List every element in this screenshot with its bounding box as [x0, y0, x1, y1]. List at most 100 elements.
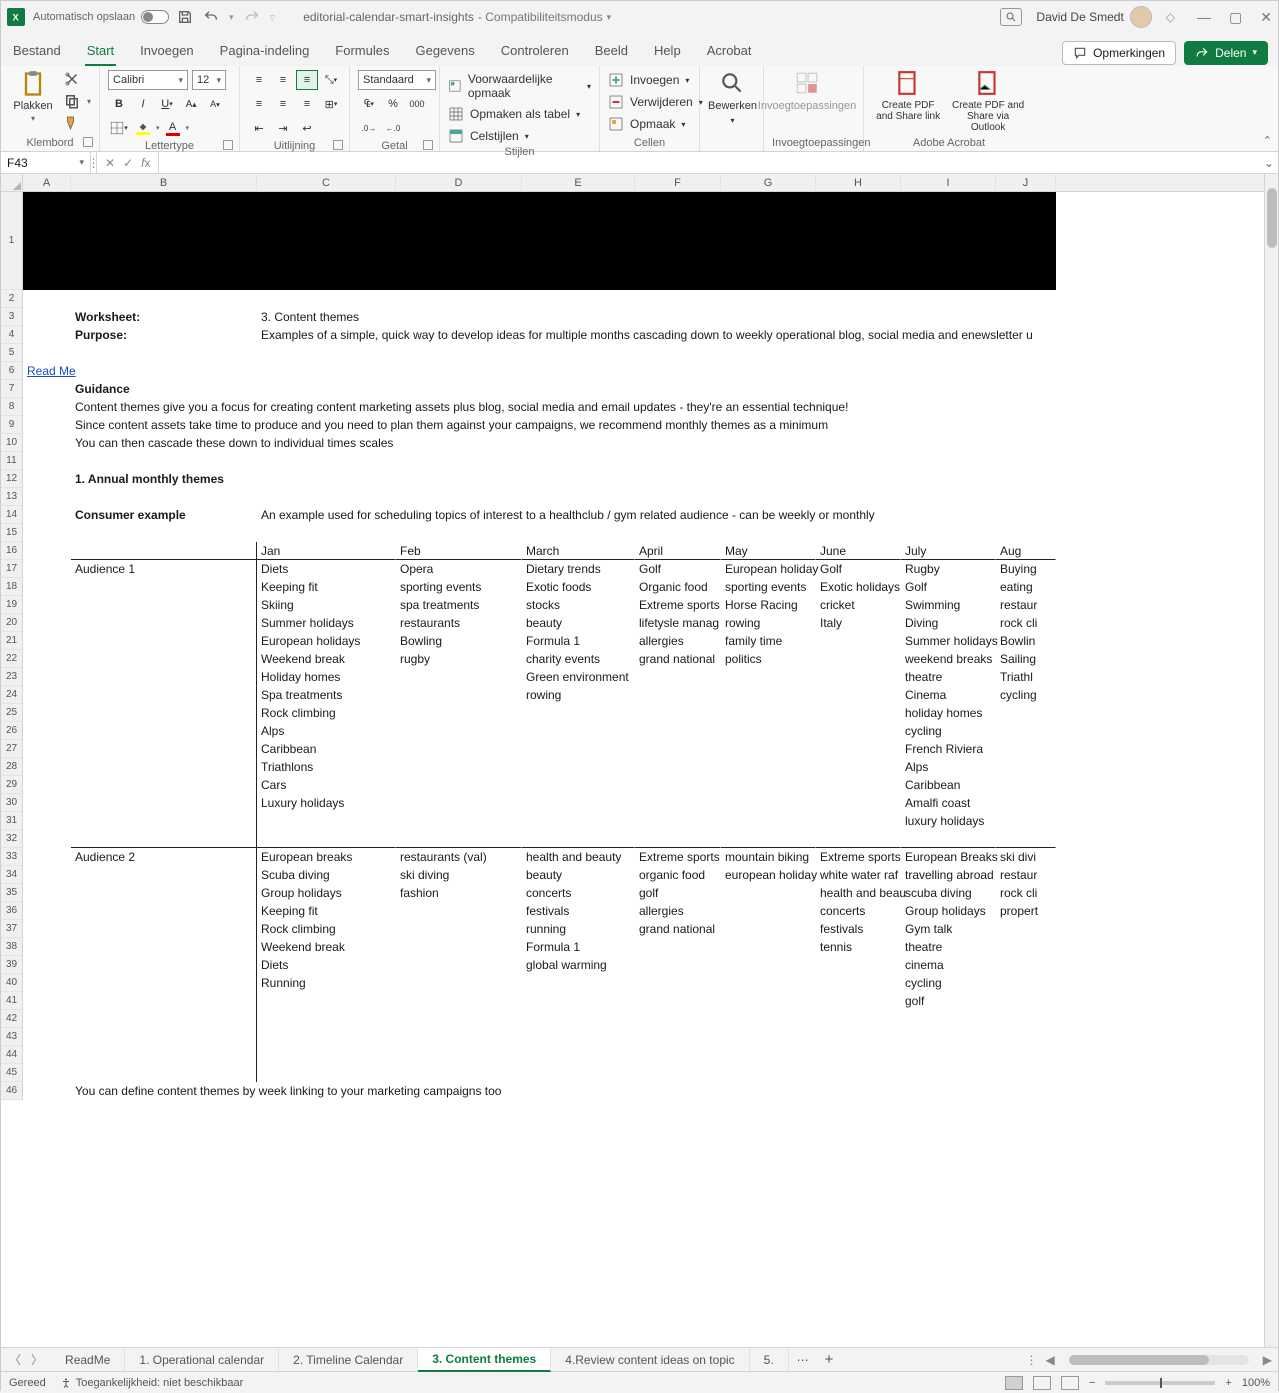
- cell[interactable]: [23, 1010, 71, 1028]
- cell[interactable]: Exotic foods: [522, 578, 635, 596]
- sheet-tab-readme[interactable]: ReadMe: [51, 1349, 125, 1371]
- cell[interactable]: [396, 1028, 522, 1046]
- cell[interactable]: [23, 956, 71, 974]
- cell[interactable]: [816, 380, 901, 398]
- cell[interactable]: Audience 2: [71, 848, 257, 866]
- cell[interactable]: [396, 938, 522, 956]
- cell[interactable]: Sailing: [996, 650, 1056, 668]
- cell[interactable]: [23, 938, 71, 956]
- cell[interactable]: fashion: [396, 884, 522, 902]
- cell[interactable]: [816, 686, 901, 704]
- cell[interactable]: [635, 488, 721, 506]
- comma-format-icon[interactable]: 000: [406, 94, 428, 114]
- cell[interactable]: [901, 524, 996, 542]
- cell[interactable]: [71, 794, 257, 812]
- cell[interactable]: [257, 434, 396, 452]
- cell[interactable]: [816, 956, 901, 974]
- cell[interactable]: [23, 416, 71, 434]
- cell[interactable]: allergies: [635, 902, 721, 920]
- cell[interactable]: [635, 668, 721, 686]
- cell[interactable]: [901, 380, 996, 398]
- cell[interactable]: [396, 992, 522, 1010]
- cell[interactable]: [635, 992, 721, 1010]
- create-pdf-outlook-button[interactable]: Create PDF and Share via Outlook: [950, 70, 1026, 133]
- cell[interactable]: [396, 290, 522, 308]
- cell[interactable]: [23, 758, 71, 776]
- cell[interactable]: [816, 794, 901, 812]
- cell[interactable]: [71, 686, 257, 704]
- cell[interactable]: [257, 1010, 396, 1028]
- sheet-tab-more-icon[interactable]: ⋯: [789, 1353, 817, 1367]
- cell[interactable]: European holiday: [721, 560, 816, 578]
- format-as-table-button[interactable]: Opmaken als tabel▾: [448, 106, 580, 122]
- cell[interactable]: Alps: [901, 758, 996, 776]
- cell[interactable]: [901, 344, 996, 362]
- cell[interactable]: theatre: [901, 938, 996, 956]
- cell[interactable]: spa treatments: [396, 596, 522, 614]
- column-header[interactable]: A: [23, 174, 71, 191]
- cell[interactable]: Weekend break: [257, 938, 396, 956]
- cell[interactable]: [522, 776, 635, 794]
- cell[interactable]: Read Me: [23, 362, 71, 380]
- cell[interactable]: Triathlons: [257, 758, 396, 776]
- cell[interactable]: [816, 524, 901, 542]
- cell[interactable]: propert: [996, 902, 1056, 920]
- cell[interactable]: [816, 1010, 901, 1028]
- cell[interactable]: [721, 1064, 816, 1082]
- cell[interactable]: Golf: [816, 560, 901, 578]
- cell[interactable]: [901, 470, 996, 488]
- cell[interactable]: [721, 902, 816, 920]
- cell[interactable]: French Riviera: [901, 740, 996, 758]
- page-break-view-icon[interactable]: [1061, 1376, 1079, 1390]
- cell[interactable]: [23, 794, 71, 812]
- cell[interactable]: family time: [721, 632, 816, 650]
- sheet-tab-split-icon[interactable]: ⋮: [1026, 1353, 1038, 1367]
- cell[interactable]: [396, 704, 522, 722]
- cell[interactable]: Caribbean: [901, 776, 996, 794]
- cell[interactable]: [522, 740, 635, 758]
- cell[interactable]: [396, 686, 522, 704]
- autosave-toggle[interactable]: Automatisch opslaan: [33, 10, 169, 24]
- cell[interactable]: [635, 1046, 721, 1064]
- row-header[interactable]: 21: [1, 632, 22, 650]
- cell[interactable]: [396, 488, 522, 506]
- cell[interactable]: [721, 794, 816, 812]
- cell[interactable]: [23, 776, 71, 794]
- cell[interactable]: [996, 416, 1056, 434]
- row-header[interactable]: 5: [1, 344, 22, 362]
- cell[interactable]: weekend breaks: [901, 650, 996, 668]
- cell[interactable]: [721, 830, 816, 848]
- cell[interactable]: [522, 992, 635, 1010]
- cell[interactable]: Caribbean: [257, 740, 396, 758]
- cell[interactable]: [23, 452, 71, 470]
- row-headers[interactable]: 1234567891011121314151617181920212223242…: [1, 192, 23, 1100]
- save-icon[interactable]: [177, 9, 193, 25]
- cell[interactable]: [721, 434, 816, 452]
- row-header[interactable]: 44: [1, 1046, 22, 1064]
- column-headers[interactable]: ABCDEFGHIJ: [23, 174, 1264, 192]
- cell[interactable]: theatre: [901, 668, 996, 686]
- row-header[interactable]: 10: [1, 434, 22, 452]
- cell[interactable]: [71, 344, 257, 362]
- cell[interactable]: [522, 470, 635, 488]
- cell-styles-button[interactable]: Celstijlen▾: [448, 128, 529, 144]
- cell[interactable]: [635, 794, 721, 812]
- font-color-button[interactable]: A: [162, 118, 184, 138]
- increase-font-icon[interactable]: A▴: [180, 94, 202, 114]
- zoom-slider[interactable]: [1105, 1381, 1215, 1385]
- cell[interactable]: Spa treatments: [257, 686, 396, 704]
- cell[interactable]: [71, 938, 257, 956]
- hscroll-right-icon[interactable]: ▶: [1263, 1353, 1272, 1367]
- user-account[interactable]: David De Smedt: [1036, 6, 1151, 28]
- cell[interactable]: Consumer example: [71, 506, 257, 524]
- cell[interactable]: [23, 398, 71, 416]
- cell[interactable]: Content themes give you a focus for crea…: [71, 398, 257, 416]
- cell[interactable]: [71, 830, 257, 848]
- cell[interactable]: [996, 740, 1056, 758]
- cell[interactable]: Group holidays: [901, 902, 996, 920]
- cell[interactable]: [522, 722, 635, 740]
- cell[interactable]: [996, 1046, 1056, 1064]
- cell[interactable]: rock cli: [996, 884, 1056, 902]
- cell[interactable]: politics: [721, 650, 816, 668]
- cell[interactable]: Guidance: [71, 380, 257, 398]
